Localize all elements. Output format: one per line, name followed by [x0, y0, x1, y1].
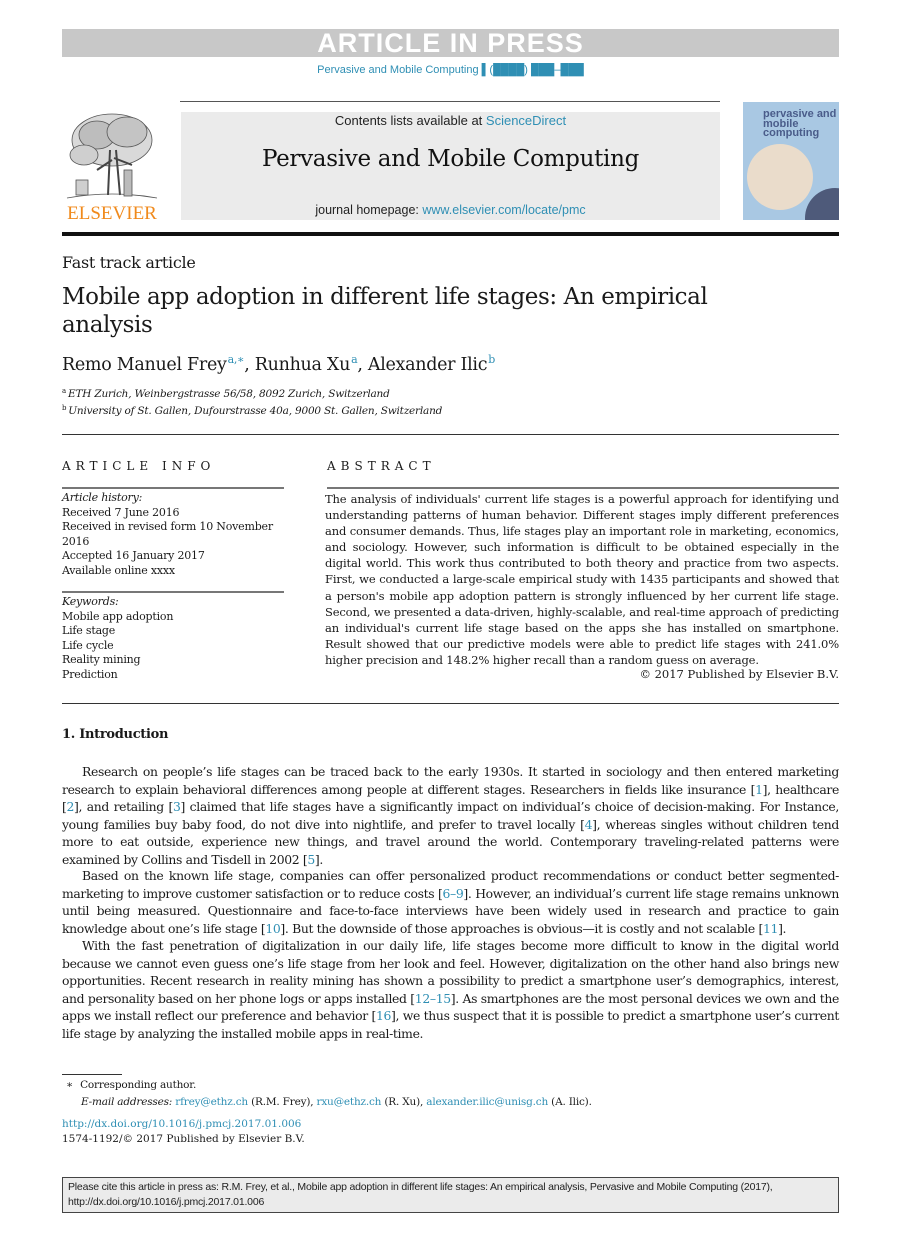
corresponding-author-note: ∗ Corresponding author.: [66, 1079, 196, 1091]
footnote-mark: ∗: [66, 1079, 73, 1091]
history-item: Received in revised form 10 November 201…: [62, 520, 273, 548]
citation-link[interactable]: 12–15: [415, 991, 451, 1006]
body-paragraph: Research on people’s life stages can be …: [62, 763, 839, 868]
article-title: Mobile app adoption in different life st…: [62, 284, 708, 338]
email-link[interactable]: alexander.ilic@unisg.ch: [426, 1096, 548, 1108]
history-item: Available online xxxx: [62, 563, 175, 577]
keyword-item: Mobile app adoption: [62, 609, 174, 623]
history-item: Received 7 June 2016: [62, 505, 180, 519]
keyword-item: Reality mining: [62, 653, 141, 666]
citation-notice: Please cite this article in press as: R.…: [62, 1177, 839, 1213]
history-item: Accepted 16 January 2017: [62, 549, 205, 562]
section-divider: [62, 434, 839, 435]
email-label: E-mail addresses:: [81, 1096, 173, 1108]
corresponding-author-text: Corresponding author.: [80, 1079, 197, 1091]
abstract-heading: ABSTRACT: [327, 459, 436, 473]
homepage-line: journal homepage: www.elsevier.com/locat…: [181, 203, 720, 217]
author-affiliation-link[interactable]: a,∗: [228, 353, 245, 366]
journal-title: Pervasive and Mobile Computing: [261, 146, 640, 172]
homepage-prefix: journal homepage:: [315, 203, 423, 217]
body-paragraph: With the fast penetration of digitalizat…: [62, 937, 839, 1042]
author-affiliation-link[interactable]: b: [488, 353, 495, 366]
email-link[interactable]: rxu@ethz.ch: [317, 1096, 382, 1108]
author-list: Remo Manuel Freya,∗, Runhua Xua, Alexand…: [62, 353, 495, 375]
keyword-item: Life cycle: [62, 638, 114, 652]
journal-homepage-link[interactable]: www.elsevier.com/locate/pmc: [422, 203, 585, 217]
affiliation: a ETH Zurich, Weinbergstrasse 56/58, 8092…: [62, 387, 390, 400]
author-separator: ,: [357, 355, 368, 375]
citation-link[interactable]: 6–9: [443, 886, 464, 901]
keyword-item: Life stage: [62, 624, 116, 637]
email-owner: (R.M. Frey): [251, 1096, 311, 1108]
author-name: Alexander Ilic: [367, 355, 488, 375]
keywords-divider: [62, 591, 284, 593]
email-addresses: E-mail addresses: rfrey@ethz.ch (R.M. Fr…: [81, 1096, 592, 1108]
article-type: Fast track article: [62, 253, 196, 272]
abstract-divider: [327, 487, 839, 489]
affiliation-text: University of St. Gallen, Dufourstrasse …: [68, 405, 443, 417]
citation-link[interactable]: 2: [66, 799, 74, 814]
doi-link[interactable]: http://dx.doi.org/10.1016/j.pmcj.2017.01…: [62, 1118, 301, 1130]
email-owner: (A. Ilic).: [551, 1096, 592, 1108]
paragraph-text: Research on people’s life stages can be …: [62, 764, 839, 797]
footnote-divider: [62, 1074, 122, 1075]
citation-link[interactable]: 1: [755, 782, 763, 797]
cover-title: pervasive and mobile computing: [763, 108, 837, 139]
masthead-bottom-rule: [62, 232, 839, 236]
article-info-heading: ARTICLE INFO: [62, 459, 216, 473]
affiliation-mark: a: [62, 387, 66, 395]
article-in-press-banner: ARTICLE IN PRESS: [62, 29, 839, 57]
contents-line: Contents lists available at ScienceDirec…: [181, 113, 720, 128]
paragraph-text: ].: [778, 920, 787, 936]
history-label: Article history:: [62, 491, 143, 504]
section-heading-introduction: 1. Introduction: [62, 727, 169, 742]
keywords-label: Keywords:: [62, 595, 119, 608]
elsevier-wordmark: ELSEVIER: [67, 203, 157, 224]
article-history: Article history: Received 7 June 2016 Re…: [62, 491, 287, 578]
sciencedirect-link[interactable]: ScienceDirect: [486, 113, 566, 128]
email-link[interactable]: rfrey@ethz.ch: [175, 1096, 248, 1108]
journal-cover-image: pervasive and mobile computing: [743, 102, 839, 220]
abstract-text: The analysis of individuals' current lif…: [325, 492, 839, 667]
article-info-divider: [62, 487, 284, 489]
cover-dark-arc: [805, 188, 839, 220]
contents-prefix: Contents lists available at: [334, 113, 486, 128]
paragraph-text: ], and retailing [: [74, 799, 173, 814]
email-owner: (R. Xu): [384, 1096, 420, 1108]
journal-reference-link[interactable]: Pervasive and Mobile Computing ▌(████) █…: [62, 64, 839, 76]
citation-link[interactable]: 3: [173, 799, 181, 814]
citation-link[interactable]: 11: [763, 921, 778, 936]
author-name: Remo Manuel Frey: [62, 355, 227, 375]
keyword-item: Prediction: [62, 667, 118, 681]
citation-link[interactable]: 16: [376, 1008, 391, 1023]
abstract-copyright: © 2017 Published by Elsevier B.V.: [639, 667, 839, 681]
header-divider: [180, 101, 720, 102]
author-separator: ,: [244, 355, 255, 375]
issn-copyright: 1574-1192/© 2017 Published by Elsevier B…: [62, 1133, 305, 1145]
section-divider: [62, 703, 839, 704]
cover-vitruvian-circle: [747, 144, 813, 210]
citation-link[interactable]: 10: [265, 921, 280, 936]
author-name: Runhua Xu: [254, 355, 351, 375]
journal-masthead: Contents lists available at ScienceDirec…: [181, 112, 720, 220]
affiliation-text: ETH Zurich, Weinbergstrasse 56/58, 8092 …: [67, 388, 390, 400]
body-paragraph: Based on the known life stage, companies…: [62, 867, 839, 937]
affiliation-mark: b: [62, 404, 67, 412]
citation-link[interactable]: 4: [585, 817, 593, 832]
paragraph-text: ].: [314, 851, 323, 867]
citation-link[interactable]: 5: [307, 852, 315, 867]
paragraph-text: ]. But the downside of those approaches …: [280, 920, 763, 936]
affiliation: b University of St. Gallen, Dufourstrasse…: [62, 404, 442, 417]
keywords: Keywords: Mobile app adoption Life stage…: [62, 595, 287, 682]
